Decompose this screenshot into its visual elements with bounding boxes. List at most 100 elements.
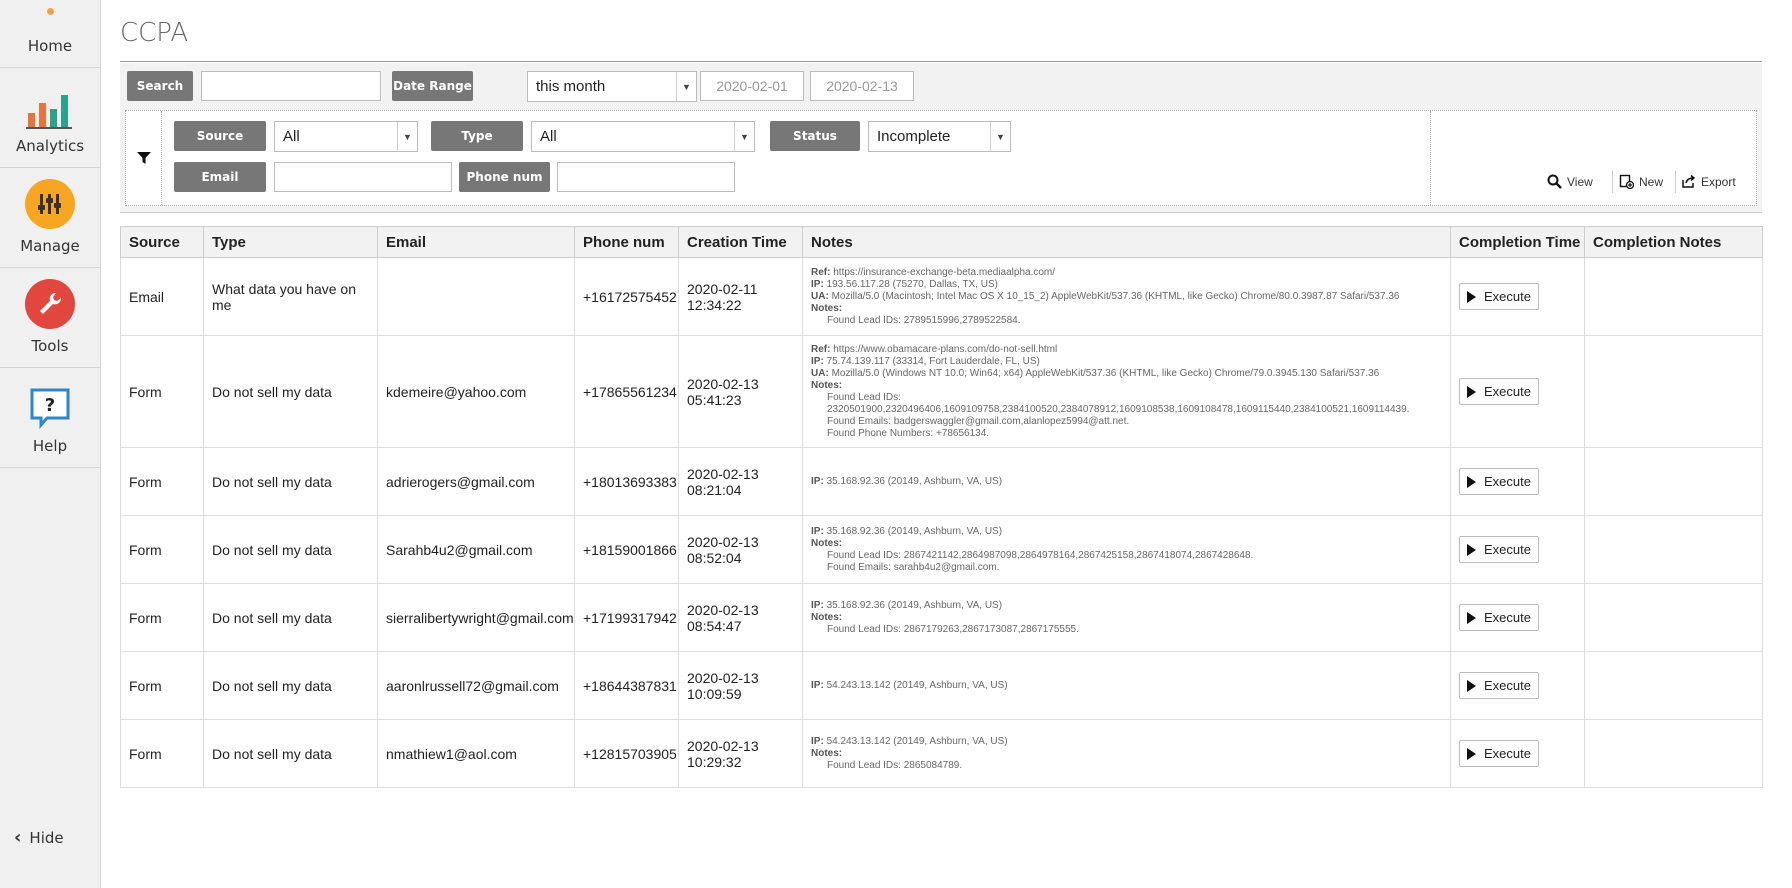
cell-completion-notes: [1584, 335, 1763, 448]
execute-label: Execute: [1484, 678, 1531, 693]
date-range-select[interactable]: this month ▼: [527, 71, 697, 102]
cell-source: Form: [120, 515, 204, 584]
date-from-input[interactable]: 2020-02-01: [700, 71, 804, 101]
creation-date: 2020-02-13: [687, 601, 759, 618]
table-row[interactable]: Form Do not sell my data sierralibertywrig…: [120, 583, 1763, 652]
cell-source: Form: [120, 447, 204, 516]
table-row[interactable]: Form Do not sell my data adrierogers@gmail…: [120, 447, 1763, 516]
phone-input[interactable]: [557, 162, 735, 192]
note-line: UA: Mozilla/5.0 (Windows NT 10.0; Win64;…: [811, 368, 1450, 380]
column-header-source[interactable]: Source: [120, 226, 204, 258]
creation-date: 2020-02-13: [687, 669, 759, 686]
note-key: Notes:: [811, 537, 843, 549]
sidebar-item-help[interactable]: ? Help: [0, 368, 100, 468]
cell-completion-notes: [1584, 447, 1763, 516]
type-select[interactable]: All ▼: [531, 121, 755, 152]
note-value: 54.243.13.142 (20149, Ashburn, VA, US): [826, 679, 1008, 691]
column-header-creation-time[interactable]: Creation Time: [678, 226, 803, 258]
sidebar-item-analytics[interactable]: Analytics: [0, 68, 100, 168]
status-label: Status: [770, 121, 860, 151]
execute-button[interactable]: Execute: [1459, 468, 1539, 495]
title-divider: [120, 61, 1762, 62]
column-header-completion-time[interactable]: Completion Time: [1450, 226, 1585, 258]
new-button[interactable]: New: [1619, 174, 1663, 189]
table-row[interactable]: Email What data you have on me +1617257545…: [120, 257, 1763, 336]
sidebar-item-home[interactable]: Home: [0, 0, 100, 68]
table-body: Email What data you have on me +1617257545…: [120, 257, 1763, 788]
main-content: CCPA Search Date Range this month ▼ 2020…: [101, 0, 1792, 888]
cell-completion-time: Execute: [1450, 719, 1585, 788]
page-title: CCPA: [120, 18, 189, 48]
caret-down-icon: ▼: [397, 122, 417, 151]
cell-creation-time: 2020-02-11 12:34:22: [678, 257, 803, 336]
execute-button[interactable]: Execute: [1459, 604, 1539, 631]
date-to-input[interactable]: 2020-02-13: [810, 71, 914, 101]
email-input[interactable]: [274, 162, 452, 192]
cell-completion-time: Execute: [1450, 335, 1585, 448]
note-detail: Found Phone Numbers: +78656134.: [827, 427, 990, 439]
date-range-value: this month: [536, 78, 606, 95]
cell-type: Do not sell my data: [203, 447, 378, 516]
cell-completion-notes: [1584, 719, 1763, 788]
table-row[interactable]: Form Do not sell my data nmathiew1@aol.com…: [120, 719, 1763, 788]
column-header-phone[interactable]: Phone num: [574, 226, 679, 258]
sidebar-item-tools[interactable]: Tools: [0, 268, 100, 368]
cell-phone: +16172575452: [574, 257, 679, 336]
source-select[interactable]: All ▼: [274, 121, 418, 152]
note-line: Notes:: [811, 380, 1450, 392]
note-key: Ref:: [811, 266, 831, 278]
date-range-button[interactable]: Date Range: [392, 71, 473, 101]
phone-label: Phone num: [459, 162, 550, 192]
export-button[interactable]: Export: [1681, 174, 1736, 189]
search-input[interactable]: [201, 71, 381, 101]
source-value: All: [283, 128, 300, 145]
note-value: 35.168.92.36 (20149, Ashburn, VA, US): [826, 599, 1003, 611]
execute-label: Execute: [1484, 746, 1531, 761]
note-line: Notes:: [811, 538, 1450, 550]
execute-button[interactable]: Execute: [1459, 283, 1539, 310]
column-header-completion-notes[interactable]: Completion Notes: [1584, 226, 1763, 258]
column-header-notes[interactable]: Notes: [802, 226, 1451, 258]
table-row[interactable]: Form Do not sell my data kdemeire@yahoo.co…: [120, 335, 1763, 448]
view-button[interactable]: View: [1547, 174, 1593, 189]
requests-table: Source Type Email Phone num Creation Tim…: [120, 226, 1763, 788]
table-row[interactable]: Form Do not sell my data Sarahb4u2@gmail.c…: [120, 515, 1763, 584]
cell-source: Form: [120, 335, 204, 448]
cell-email: Sarahb4u2@gmail.com: [377, 515, 575, 584]
filter-toggle[interactable]: [126, 111, 162, 205]
note-value: 54.243.13.142 (20149, Ashburn, VA, US): [826, 735, 1008, 747]
requests-table-wrap: Source Type Email Phone num Creation Tim…: [120, 226, 1763, 788]
note-value: Mozilla/5.0 (Macintosh; Intel Mac OS X 1…: [831, 290, 1400, 302]
note-line: Notes:: [811, 303, 1450, 315]
execute-button[interactable]: Execute: [1459, 378, 1539, 405]
status-select[interactable]: Incomplete ▼: [868, 121, 1011, 152]
search-button[interactable]: Search: [127, 71, 193, 101]
cell-type: Do not sell my data: [203, 651, 378, 720]
play-icon: [1467, 543, 1476, 556]
execute-button[interactable]: Execute: [1459, 536, 1539, 563]
note-line: Ref: https://insurance-exchange-beta.med…: [811, 267, 1450, 279]
execute-button[interactable]: Execute: [1459, 740, 1539, 767]
cell-notes: IP: 35.168.92.36 (20149, Ashburn, VA, US…: [802, 583, 1451, 652]
sidebar-item-manage[interactable]: Manage: [0, 168, 100, 268]
cell-notes: IP: 35.168.92.36 (20149, Ashburn, VA, US…: [802, 447, 1451, 516]
execute-button[interactable]: Execute: [1459, 672, 1539, 699]
creation-clock: 12:34:22: [687, 296, 742, 313]
hide-sidebar-button[interactable]: ‹ Hide: [14, 827, 64, 848]
creation-clock: 10:29:32: [687, 753, 742, 770]
email-label: Email: [174, 162, 266, 192]
wrench-icon: [25, 279, 75, 329]
execute-label: Execute: [1484, 542, 1531, 557]
cell-completion-notes: [1584, 651, 1763, 720]
note-key: Notes:: [811, 379, 843, 391]
home-icon: [46, 8, 54, 15]
sliders-icon: [25, 179, 75, 229]
table-row[interactable]: Form Do not sell my data aaronlrussell72@g…: [120, 651, 1763, 720]
column-header-email[interactable]: Email: [377, 226, 575, 258]
note-detail: Found Emails: badgerswaggler@gmail.com,a…: [827, 415, 1130, 427]
cell-completion-notes: [1584, 257, 1763, 336]
column-header-type[interactable]: Type: [203, 226, 378, 258]
cell-completion-notes: [1584, 583, 1763, 652]
cell-phone: +18644387831: [574, 651, 679, 720]
note-line: IP: 35.168.92.36 (20149, Ashburn, VA, US…: [811, 476, 1450, 488]
